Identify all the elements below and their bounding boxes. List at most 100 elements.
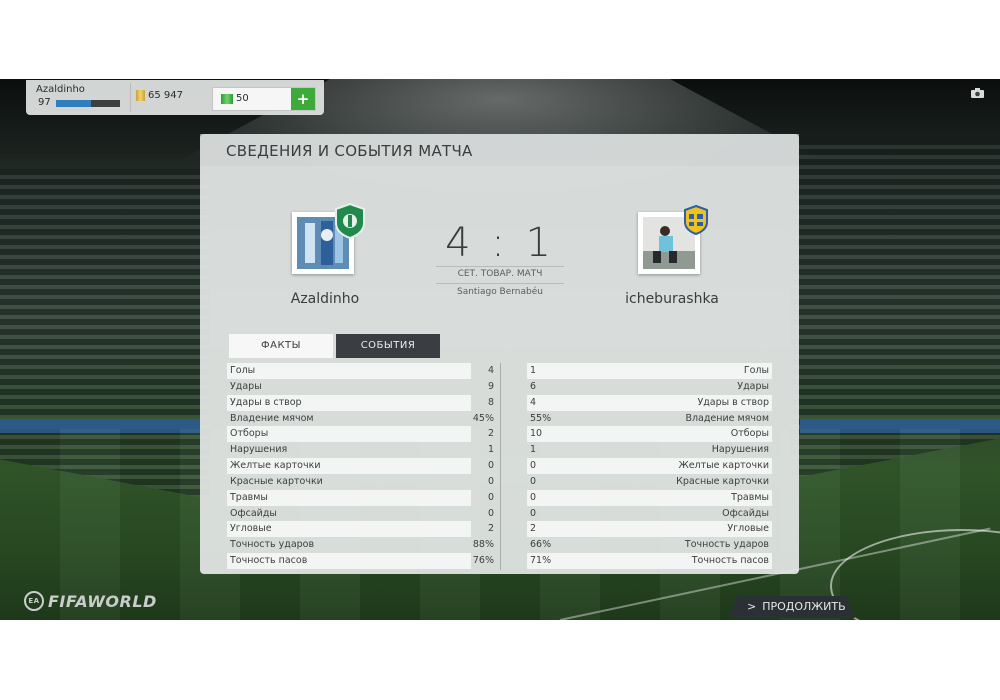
away-stat-cell: 0 Офсайды — [527, 506, 772, 522]
away-stat-cell: 71% Точность пасов — [527, 553, 772, 569]
away-stat-cell: 0 Травмы — [527, 489, 772, 506]
home-stat-value: 0 — [487, 491, 494, 503]
xp-progress-fill — [56, 100, 92, 107]
continue-button[interactable]: > ПРОДОЛЖИТЬ — [729, 596, 855, 618]
away-stat-value: 0 — [530, 460, 537, 472]
away-stat-label: Офсайды — [722, 507, 769, 519]
home-stat-cell: Удары 9 — [227, 379, 494, 395]
away-stat-value: 55% — [530, 412, 552, 424]
ea-logo-icon: EA — [24, 591, 44, 611]
home-stat-cell: Отборы 2 — [227, 426, 494, 443]
stats-divider — [500, 363, 501, 570]
away-stat-label: Красные карточки — [676, 475, 769, 487]
away-stat-cell: 4 Удары в створ — [527, 394, 772, 411]
away-stat-cell: 55% Владение мячом — [527, 411, 772, 427]
away-stat-label: Удары — [737, 380, 769, 392]
away-stat-label: Отборы — [730, 428, 769, 440]
coins-balance: 65 947 — [136, 90, 183, 101]
away-stat-cell: 0 Красные карточки — [527, 474, 772, 490]
venue: Santiago Bernabéu — [457, 287, 543, 297]
home-stat-cell: Владение мячом 45% — [227, 411, 494, 427]
brand-text: FIFAWORLD — [48, 591, 157, 611]
away-stat-label: Угловые — [727, 523, 769, 535]
home-stat-label: Удары в створ — [230, 396, 302, 408]
away-stat-label: Желтые карточки — [678, 460, 769, 472]
home-stat-cell: Нарушения 1 — [227, 442, 494, 458]
home-stat-cell: Желтые карточки 0 — [227, 458, 494, 474]
home-stat-cell: Удары в створ 8 — [227, 394, 494, 411]
away-stat-label: Точность пасов — [691, 555, 769, 567]
home-club-crest-icon — [335, 203, 365, 239]
add-points-button[interactable]: + — [291, 88, 315, 110]
home-stat-label: Точность ударов — [230, 539, 315, 551]
match-type: СЕТ. ТОВАР. МАТЧ — [457, 269, 543, 279]
away-team-name: icheburashka — [625, 291, 719, 307]
home-stat-value: 0 — [487, 460, 494, 472]
home-stat-value: 1 — [487, 444, 494, 456]
home-stat-cell: Красные карточки 0 — [227, 474, 494, 490]
home-stat-label: Голы — [230, 365, 256, 376]
coins-value: 65 947 — [148, 90, 183, 101]
away-stat-cell: 0 Желтые карточки — [527, 458, 772, 474]
home-stat-label: Удары — [230, 380, 262, 392]
away-club-crest-icon — [684, 205, 708, 235]
away-stat-value: 4 — [530, 396, 537, 408]
panel-title: СВЕДЕНИЯ И СОБЫТИЯ МАТЧА — [226, 142, 473, 160]
home-team-name: Azaldinho — [290, 291, 360, 307]
home-stat-cell: Голы 4 — [227, 363, 494, 379]
home-stat-label: Владение мячом — [230, 412, 314, 424]
points-balance: 50 + — [212, 87, 316, 111]
away-stat-cell: 66% Точность ударов — [527, 537, 772, 553]
away-stat-value: 0 — [530, 491, 537, 503]
panel-header: СВЕДЕНИЯ И СОБЫТИЯ МАТЧА — [200, 134, 799, 166]
home-stat-value: 88% — [472, 539, 494, 551]
match-type-strip: СЕТ. ТОВАР. МАТЧ — [436, 266, 564, 284]
user-level: 97 — [38, 97, 51, 108]
away-stat-value: 6 — [530, 380, 537, 392]
home-stat-label: Отборы — [230, 428, 269, 440]
coins-icon — [136, 90, 145, 101]
away-stat-value: 1 — [530, 365, 537, 376]
home-stat-value: 9 — [487, 380, 494, 392]
match-score: 4 : 1 — [445, 220, 555, 266]
home-stat-value: 8 — [487, 396, 494, 408]
divider — [130, 83, 131, 112]
away-stat-value: 66% — [530, 539, 552, 551]
user-name: Azaldinho — [36, 84, 85, 95]
fifaworld-logo: EA FIFAWORLD — [24, 591, 157, 611]
away-stat-cell: 10 Отборы — [527, 426, 772, 443]
home-stat-value: 2 — [487, 523, 494, 535]
away-stat-cell: 6 Удары — [527, 379, 772, 395]
away-stat-value: 71% — [530, 555, 552, 567]
tab-facts[interactable]: ФАКТЫ — [229, 334, 333, 358]
away-stat-cell: 2 Угловые — [527, 521, 772, 538]
home-stat-label: Нарушения — [230, 444, 288, 456]
home-stat-value: 0 — [487, 475, 494, 487]
away-stat-label: Травмы — [731, 491, 769, 503]
home-stat-value: 0 — [487, 507, 494, 519]
profile-bar: Azaldinho 97 65 947 50 + — [26, 80, 324, 115]
points-value: 50 — [236, 93, 249, 104]
home-stat-cell: Травмы 0 — [227, 489, 494, 506]
home-stat-label: Офсайды — [230, 507, 277, 519]
home-stat-label: Красные карточки — [230, 475, 323, 487]
home-stat-value: 45% — [472, 412, 494, 424]
away-stat-value: 0 — [530, 475, 537, 487]
tab-events[interactable]: СОБЫТИЯ — [336, 334, 440, 358]
away-stat-value: 10 — [530, 428, 543, 440]
away-stat-label: Удары в створ — [697, 396, 769, 408]
away-stat-label: Точность ударов — [684, 539, 769, 551]
away-stat-value: 2 — [530, 523, 537, 535]
xp-progress-bar — [56, 100, 120, 107]
home-stat-cell: Офсайды 0 — [227, 506, 494, 522]
home-stat-label: Точность пасов — [230, 555, 308, 567]
home-stat-label: Угловые — [230, 523, 272, 535]
points-icon — [221, 93, 233, 104]
camera-icon[interactable] — [971, 88, 984, 98]
away-stat-value: 0 — [530, 507, 537, 519]
home-stat-label: Желтые карточки — [230, 460, 321, 472]
away-stat-value: 1 — [530, 444, 537, 456]
home-stat-label: Травмы — [230, 491, 268, 503]
chevron-right-icon: > — [747, 600, 757, 613]
home-stat-value: 76% — [472, 555, 494, 567]
